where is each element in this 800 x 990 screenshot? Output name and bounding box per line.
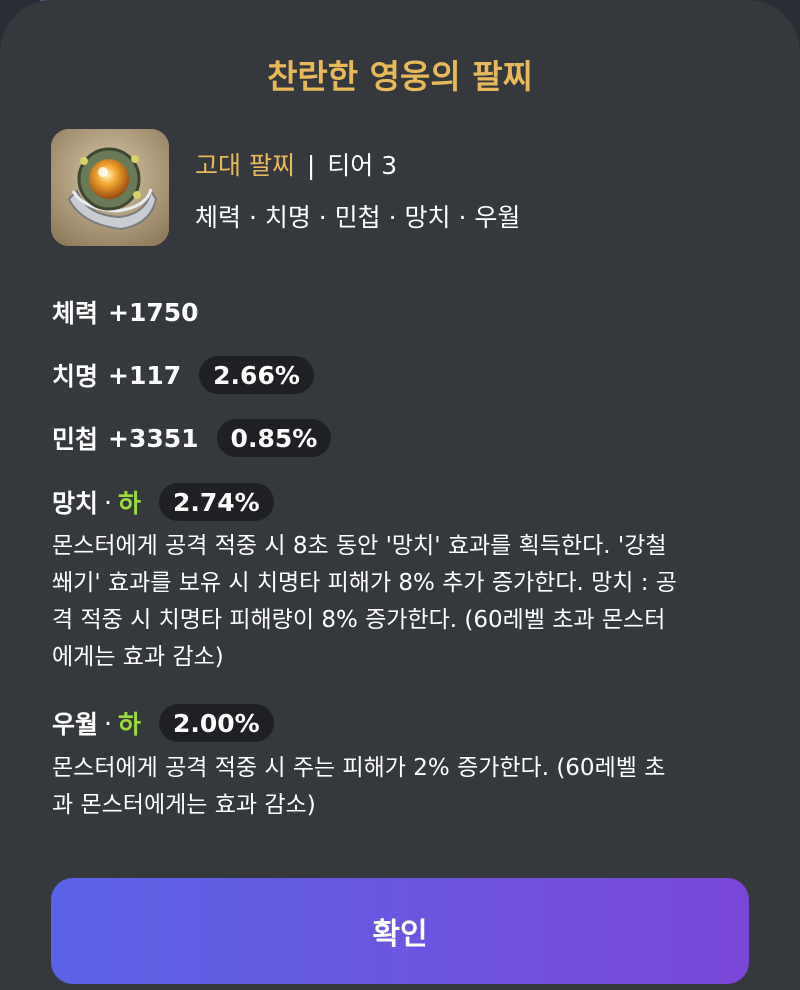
stat-value: +117 <box>108 360 182 390</box>
item-detail-modal: 찬란한 영웅의 팔찌 고대 팔찌 | 티어 3 체력 · 치명 · 민첩 · 망… <box>0 0 800 990</box>
confirm-button[interactable]: 확인 <box>51 878 749 984</box>
special-effect-header-superiority: 우월 · 하 2.00% <box>52 704 274 742</box>
effect-dot: · <box>104 487 112 517</box>
description-line: 쐐기' 효과를 보유 시 치명타 피해가 8% 추가 증가한다. 망치 : 공 <box>52 570 677 596</box>
stat-row-agility: 민첩 +3351 0.85% <box>52 419 332 457</box>
item-tier: 티어 3 <box>327 151 398 180</box>
stat-value: +3351 <box>108 423 199 453</box>
meta-separator: | <box>306 151 316 180</box>
effect-name: 망치 <box>52 489 99 518</box>
description-line: 과 몬스터에게는 효과 감소) <box>52 792 316 818</box>
effect-description-hammer: 몬스터에게 공격 적중 시 8초 동안 '망치' 효과를 획득한다. '강철 쐐… <box>52 528 752 676</box>
special-effect-header-hammer: 망치 · 하 2.74% <box>52 483 274 521</box>
effect-percent-badge: 2.00% <box>158 704 274 742</box>
stat-label: 체력 <box>52 299 99 328</box>
effect-description-superiority: 몬스터에게 공격 적중 시 주는 피해가 2% 증가한다. (60레벨 초 과 … <box>52 750 752 824</box>
stat-value: +1750 <box>108 297 199 327</box>
bracelet-item-icon <box>51 129 169 246</box>
effect-percent-badge: 2.74% <box>158 483 274 521</box>
stat-row-health: 체력 +1750 <box>52 293 199 331</box>
item-grade-tier: 고대 팔찌 | 티어 3 <box>195 146 397 182</box>
stat-label: 치명 <box>52 362 99 391</box>
description-line: 몬스터에게 공격 적중 시 8초 동안 '망치' 효과를 획득한다. '강철 <box>52 533 667 559</box>
effect-grade: 하 <box>117 710 141 739</box>
stat-percent-badge: 0.85% <box>216 419 332 457</box>
stat-percent-badge: 2.66% <box>199 356 314 394</box>
modal-title: 찬란한 영웅의 팔찌 <box>267 57 533 96</box>
description-line: 몬스터에게 공격 적중 시 주는 피해가 2% 증가한다. (60레벨 초 <box>52 755 666 781</box>
effect-dot: · <box>104 708 112 738</box>
item-grade: 고대 팔찌 <box>195 151 295 180</box>
stat-row-crit: 치명 +117 2.66% <box>52 356 314 394</box>
effect-grade: 하 <box>117 489 141 518</box>
description-line: 에게는 효과 감소) <box>52 644 224 670</box>
item-effects-summary: 체력 · 치명 · 민첩 · 망치 · 우월 <box>195 203 521 232</box>
description-line: 격 적중 시 치명타 피해량이 8% 증가한다. (60레벨 초과 몬스터 <box>52 607 666 633</box>
stat-label: 민첩 <box>52 425 99 454</box>
effect-name: 우월 <box>52 710 99 739</box>
